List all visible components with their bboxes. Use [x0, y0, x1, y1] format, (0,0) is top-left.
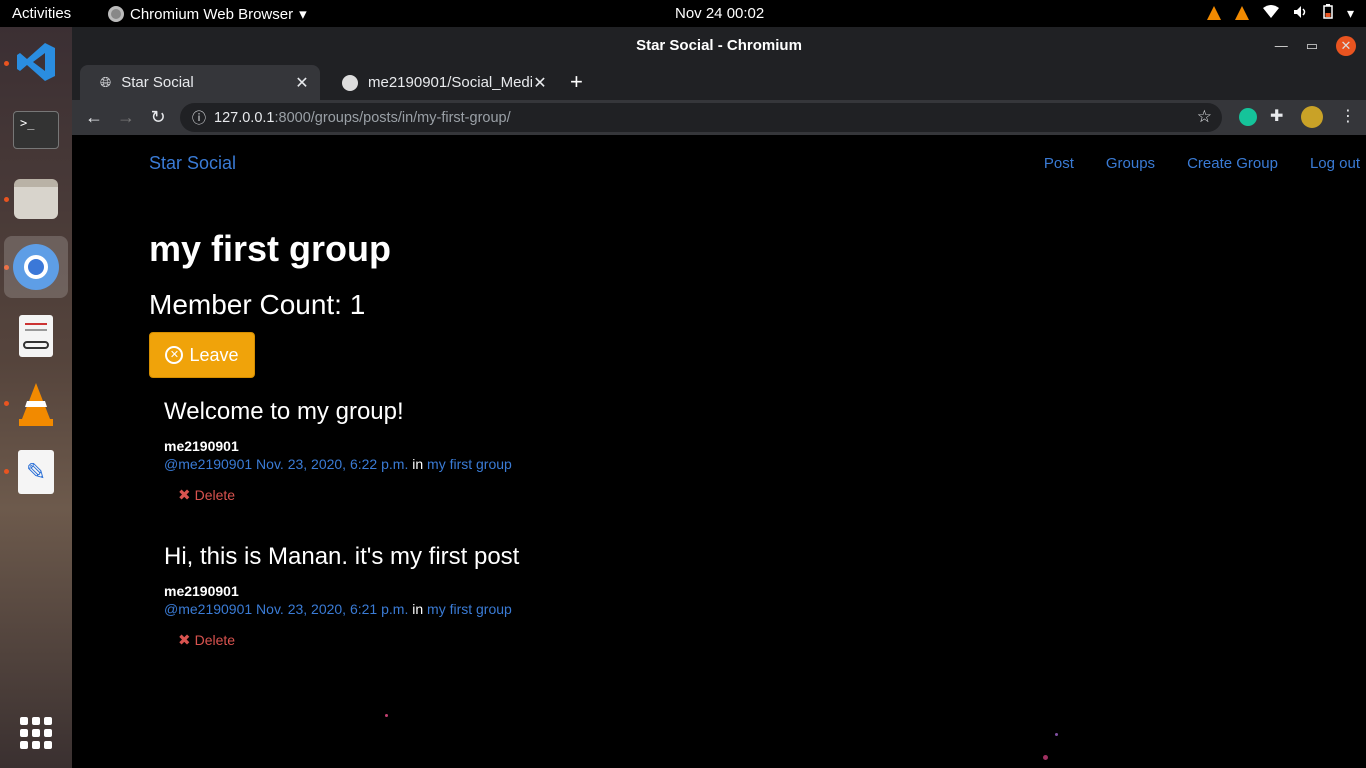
clock[interactable]: Nov 24 00:02 [675, 5, 764, 22]
tab-github[interactable]: me2190901/Social_Media ✕ [322, 65, 558, 100]
post-in-word: in [412, 456, 424, 472]
site-nav: Post Groups Create Group Log out [1044, 155, 1360, 172]
gnome-top-bar: Activities Chromium Web Browser ▾ Nov 24… [0, 0, 1366, 27]
vlc-tray-icon-2[interactable] [1234, 6, 1249, 20]
volume-icon [1293, 5, 1309, 22]
extensions-puzzle-icon[interactable]: ✚ [1270, 106, 1283, 126]
background-star-speck [1043, 755, 1048, 760]
back-button[interactable]: ← [78, 107, 110, 128]
tab-close-icon[interactable]: ✕ [294, 73, 310, 93]
vscode-icon [17, 43, 55, 81]
post-meta-link[interactable]: @me2190901 Nov. 23, 2020, 6:21 p.m. [164, 601, 408, 617]
circle-x-icon: ✕ [165, 346, 184, 364]
background-star-speck [385, 714, 388, 717]
leave-label: Leave [189, 344, 239, 365]
post-author: me2190901 [164, 583, 239, 599]
post-meta: @me2190901 Nov. 23, 2020, 6:21 p.m. in m… [164, 601, 519, 617]
window-close-button[interactable]: ✕ [1336, 35, 1356, 56]
info-icon: ⓘ [192, 109, 206, 126]
grammarly-extension-icon[interactable] [1239, 108, 1257, 126]
terminal-launcher[interactable]: >_ [4, 99, 68, 161]
app-menu-label: Chromium Web Browser [130, 5, 294, 23]
post-item: Welcome to my group! me2190901 @me219090… [164, 398, 512, 504]
reload-button[interactable]: ↻ [142, 107, 174, 128]
vscode-launcher[interactable] [4, 31, 68, 93]
post-title: Hi, this is Manan. it's my first post [164, 543, 520, 570]
post-title: Welcome to my group! [164, 398, 404, 425]
globe-icon: 🌐︎ [100, 74, 112, 90]
text-editor-launcher[interactable]: ✎ [4, 441, 68, 503]
chromium-icon [13, 244, 59, 290]
delete-label: Delete [194, 487, 236, 503]
nav-log-out-link[interactable]: Log out [1310, 155, 1360, 172]
browser-window: Star Social - Chromium — ▭ ✕ 🌐︎ Star Soc… [72, 27, 1366, 768]
app-menu[interactable]: Chromium Web Browser ▾ [108, 5, 307, 23]
github-icon [342, 74, 358, 91]
browser-menu-icon[interactable]: ⋮ [1340, 106, 1356, 126]
site-brand-link[interactable]: Star Social [149, 153, 236, 174]
post-group-link[interactable]: my first group [427, 456, 512, 472]
post-meta-link[interactable]: @me2190901 Nov. 23, 2020, 6:22 p.m. [164, 456, 408, 472]
member-count: Member Count: 1 [149, 289, 366, 320]
tab-star-social[interactable]: 🌐︎ Star Social ✕ [80, 65, 320, 100]
group-title: my first group [149, 228, 392, 269]
nav-create-group-link[interactable]: Create Group [1187, 155, 1278, 172]
new-tab-button[interactable]: + [570, 69, 583, 95]
chromium-launcher[interactable] [4, 236, 68, 298]
background-star-speck [1055, 733, 1058, 736]
delete-post-button[interactable]: ✖ Delete [178, 631, 519, 649]
post-group-link[interactable]: my first group [427, 601, 512, 617]
delete-label: Delete [194, 632, 236, 648]
vlc-launcher[interactable] [4, 373, 68, 435]
battery-icon [1323, 4, 1333, 22]
system-menu-caret-icon[interactable]: ▾ [1347, 5, 1354, 22]
show-applications-button[interactable] [20, 717, 52, 749]
x-mark-icon: ✖ [178, 487, 191, 504]
post-item: Hi, this is Manan. it's my first post me… [164, 543, 519, 649]
nav-post-link[interactable]: Post [1044, 155, 1074, 172]
delete-post-button[interactable]: ✖ Delete [178, 486, 512, 504]
dock: >_ ✎ [0, 27, 72, 768]
text-editor-icon: ✎ [18, 450, 54, 494]
bookmark-star-icon[interactable]: ☆ [1197, 107, 1212, 127]
tab-label: Star Social [121, 74, 194, 91]
files-icon [14, 179, 58, 219]
window-title: Star Social - Chromium [636, 37, 802, 54]
web-page: Star Social Post Groups Create Group Log… [72, 135, 1366, 768]
files-launcher[interactable] [4, 168, 68, 230]
terminal-icon: >_ [13, 111, 59, 149]
post-in-word: in [412, 601, 424, 617]
leave-group-button[interactable]: ✕ Leave [149, 332, 255, 378]
url-path: :8000/groups/posts/in/my-first-group/ [274, 109, 511, 126]
forward-button[interactable]: → [110, 107, 142, 128]
minimize-button[interactable]: — [1275, 27, 1288, 64]
maximize-button[interactable]: ▭ [1306, 27, 1318, 64]
activities-button[interactable]: Activities [12, 5, 71, 22]
url-host: 127.0.0.1 [214, 109, 275, 126]
caret-down-icon: ▾ [299, 6, 307, 23]
tab-label: me2190901/Social_Media [368, 74, 532, 91]
profile-avatar[interactable] [1301, 106, 1323, 128]
browser-toolbar: ← → ↻ ⓘ 127.0.0.1:8000/groups/posts/in/m… [72, 100, 1366, 135]
post-meta: @me2190901 Nov. 23, 2020, 6:22 p.m. in m… [164, 456, 512, 472]
post-author: me2190901 [164, 438, 239, 454]
vlc-tray-icon[interactable] [1206, 6, 1221, 20]
address-bar[interactable]: ⓘ 127.0.0.1:8000/groups/posts/in/my-firs… [180, 103, 1222, 132]
nav-groups-link[interactable]: Groups [1106, 155, 1155, 172]
document-viewer-icon [19, 315, 53, 357]
chromium-icon [108, 6, 124, 22]
document-viewer-launcher[interactable] [4, 305, 68, 367]
window-titlebar[interactable]: Star Social - Chromium — ▭ ✕ [72, 27, 1366, 64]
vlc-icon [19, 383, 53, 426]
tab-strip: 🌐︎ Star Social ✕ me2190901/Social_Media … [72, 64, 1366, 100]
system-tray[interactable]: ▾ [1206, 4, 1354, 22]
x-mark-icon: ✖ [178, 632, 191, 649]
wifi-icon [1262, 4, 1279, 22]
tab-close-icon[interactable]: ✕ [532, 73, 548, 93]
